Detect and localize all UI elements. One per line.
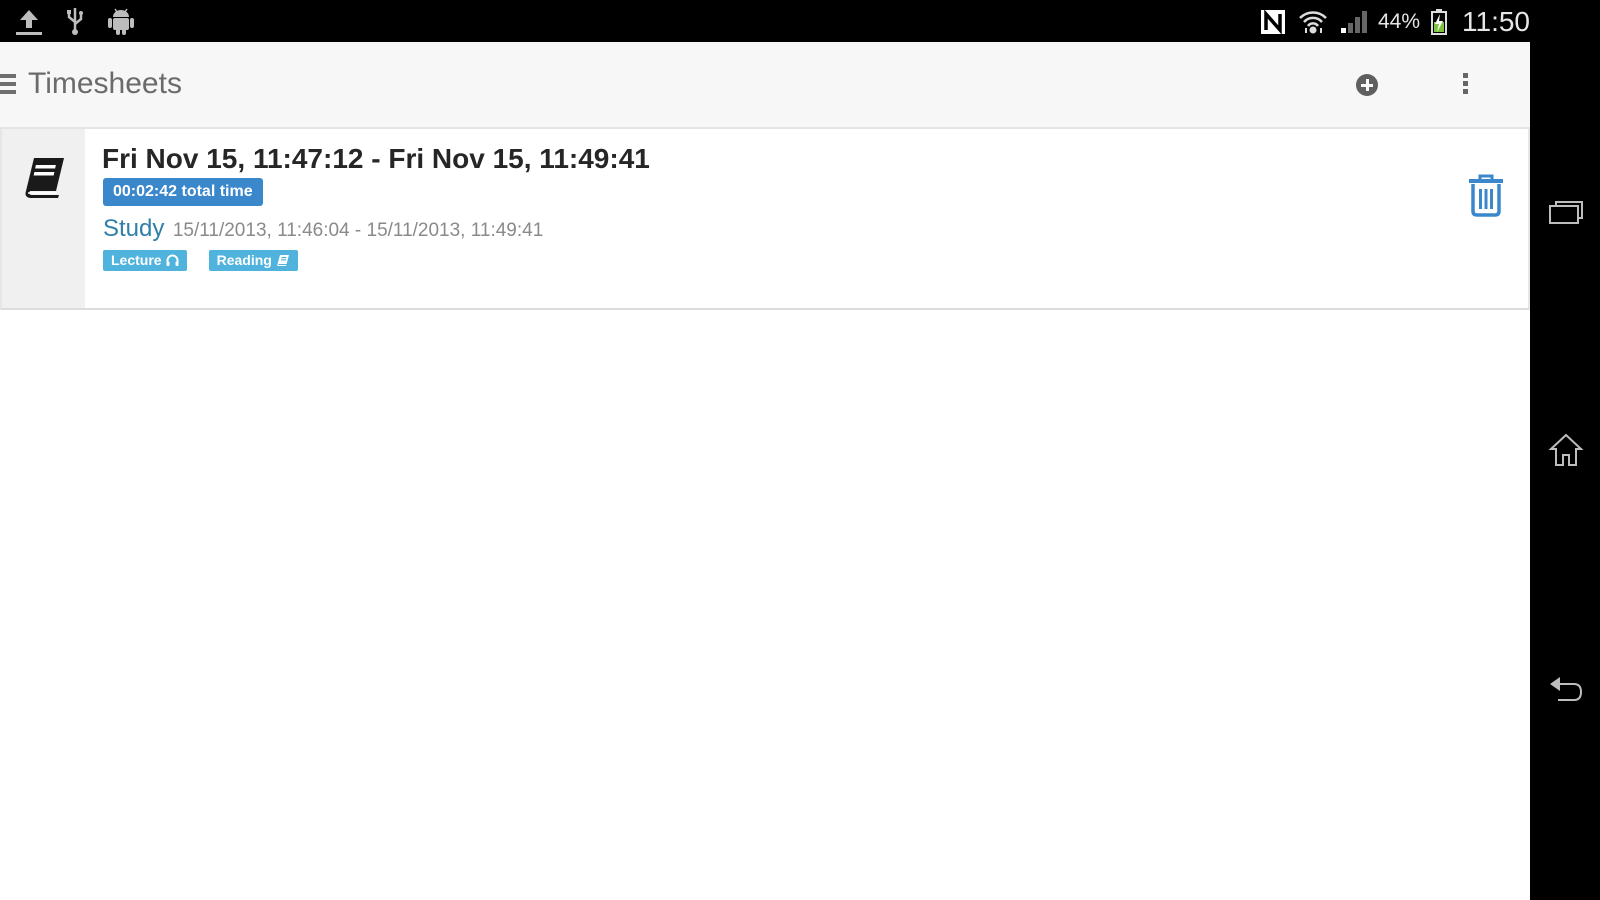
menu-icon[interactable] <box>0 74 16 94</box>
book-icon <box>25 158 64 198</box>
trash-icon[interactable] <box>1467 173 1505 217</box>
project-line: Study 15/11/2013, 11:46:04 - 15/11/2013,… <box>103 215 543 243</box>
project-range: 15/11/2013, 11:46:04 - 15/11/2013, 11:49… <box>172 220 544 241</box>
timesheet-list-item[interactable]: Fri Nov 15, 11:47:12 - Fri Nov 15, 11:49… <box>0 129 1530 310</box>
navigation-bar <box>1530 0 1600 900</box>
android-debug-icon <box>106 6 136 36</box>
entry-title: Fri Nov 15, 11:47:12 - Fri Nov 15, 11:49… <box>102 143 650 174</box>
battery-charging-icon <box>1430 7 1448 37</box>
action-bar: Timesheets <box>0 42 1530 129</box>
status-bar: 44% 11:50 <box>0 0 1530 42</box>
usb-icon <box>60 6 90 36</box>
entry-icon-panel <box>2 129 85 308</box>
signal-icon <box>1338 7 1368 37</box>
tag-lecture[interactable]: Lecture <box>103 250 187 271</box>
page-title: Timesheets <box>28 67 182 100</box>
tag-label: Reading <box>216 252 272 268</box>
clock: 11:50 <box>1462 6 1530 37</box>
nfc-icon <box>1258 7 1288 37</box>
home-button[interactable] <box>1548 432 1584 468</box>
total-time-badge: 00:02:42 total time <box>103 178 263 206</box>
wifi-icon <box>1298 7 1328 37</box>
tag-reading[interactable]: Reading <box>208 250 298 271</box>
book-icon <box>276 255 289 266</box>
recent-apps-button[interactable] <box>1548 194 1584 230</box>
project-name[interactable]: Study <box>103 215 164 242</box>
battery-percent: 44% <box>1377 10 1420 33</box>
overflow-menu-icon[interactable] <box>1455 73 1475 99</box>
upload-icon <box>14 6 44 36</box>
add-timesheet-button[interactable] <box>1356 74 1378 96</box>
app-window: Timesheets Fri Nov 15, 11:47:12 - Fri No… <box>0 42 1530 900</box>
headphones-icon <box>166 254 179 266</box>
back-button[interactable] <box>1548 674 1584 710</box>
tag-label: Lecture <box>111 252 162 268</box>
tag-list: Lecture Reading <box>103 250 298 271</box>
